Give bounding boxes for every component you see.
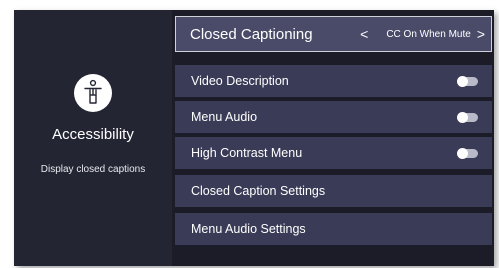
- page-title: Accessibility: [52, 126, 134, 143]
- menu-item-label: Menu Audio Settings: [191, 222, 306, 236]
- tv-settings-screen: Accessibility Display closed captions Cl…: [14, 10, 494, 266]
- toggle-knob: [457, 148, 468, 159]
- menu-item-label: Closed Caption Settings: [191, 184, 326, 198]
- menu-item-video-description[interactable]: Video Description: [175, 65, 492, 97]
- left-info-panel: Accessibility Display closed captions: [14, 10, 172, 266]
- menu-item-label: Video Description: [191, 74, 289, 88]
- closed-captioning-selector[interactable]: < CC On When Mute >: [360, 17, 485, 51]
- closed-captioning-value: CC On When Mute: [386, 28, 471, 40]
- page-description: Display closed captions: [40, 164, 146, 175]
- menu-item-menu-audio-settings[interactable]: Menu Audio Settings: [175, 213, 492, 245]
- closed-captioning-label: Closed Captioning: [190, 25, 313, 43]
- screenshot-frame: Accessibility Display closed captions Cl…: [0, 0, 499, 268]
- accessibility-icon: [74, 74, 112, 112]
- chevron-left-icon[interactable]: <: [360, 27, 368, 41]
- toggle-knob: [457, 112, 468, 123]
- video-description-toggle[interactable]: [457, 76, 478, 87]
- menu-item-label: Menu Audio: [191, 110, 258, 124]
- high-contrast-menu-toggle[interactable]: [457, 148, 478, 159]
- menu-item-label: High Contrast Menu: [191, 146, 303, 160]
- menu-item-high-contrast-menu[interactable]: High Contrast Menu: [175, 137, 492, 169]
- menu-item-closed-caption-settings[interactable]: Closed Caption Settings: [175, 175, 492, 207]
- menu-audio-toggle[interactable]: [457, 112, 478, 123]
- toggle-knob: [457, 76, 468, 87]
- menu-item-menu-audio[interactable]: Menu Audio: [175, 101, 492, 133]
- settings-menu: Closed Captioning < CC On When Mute > Vi…: [172, 10, 494, 266]
- chevron-right-icon[interactable]: >: [477, 27, 485, 41]
- closed-captioning-row[interactable]: Closed Captioning < CC On When Mute >: [175, 16, 492, 52]
